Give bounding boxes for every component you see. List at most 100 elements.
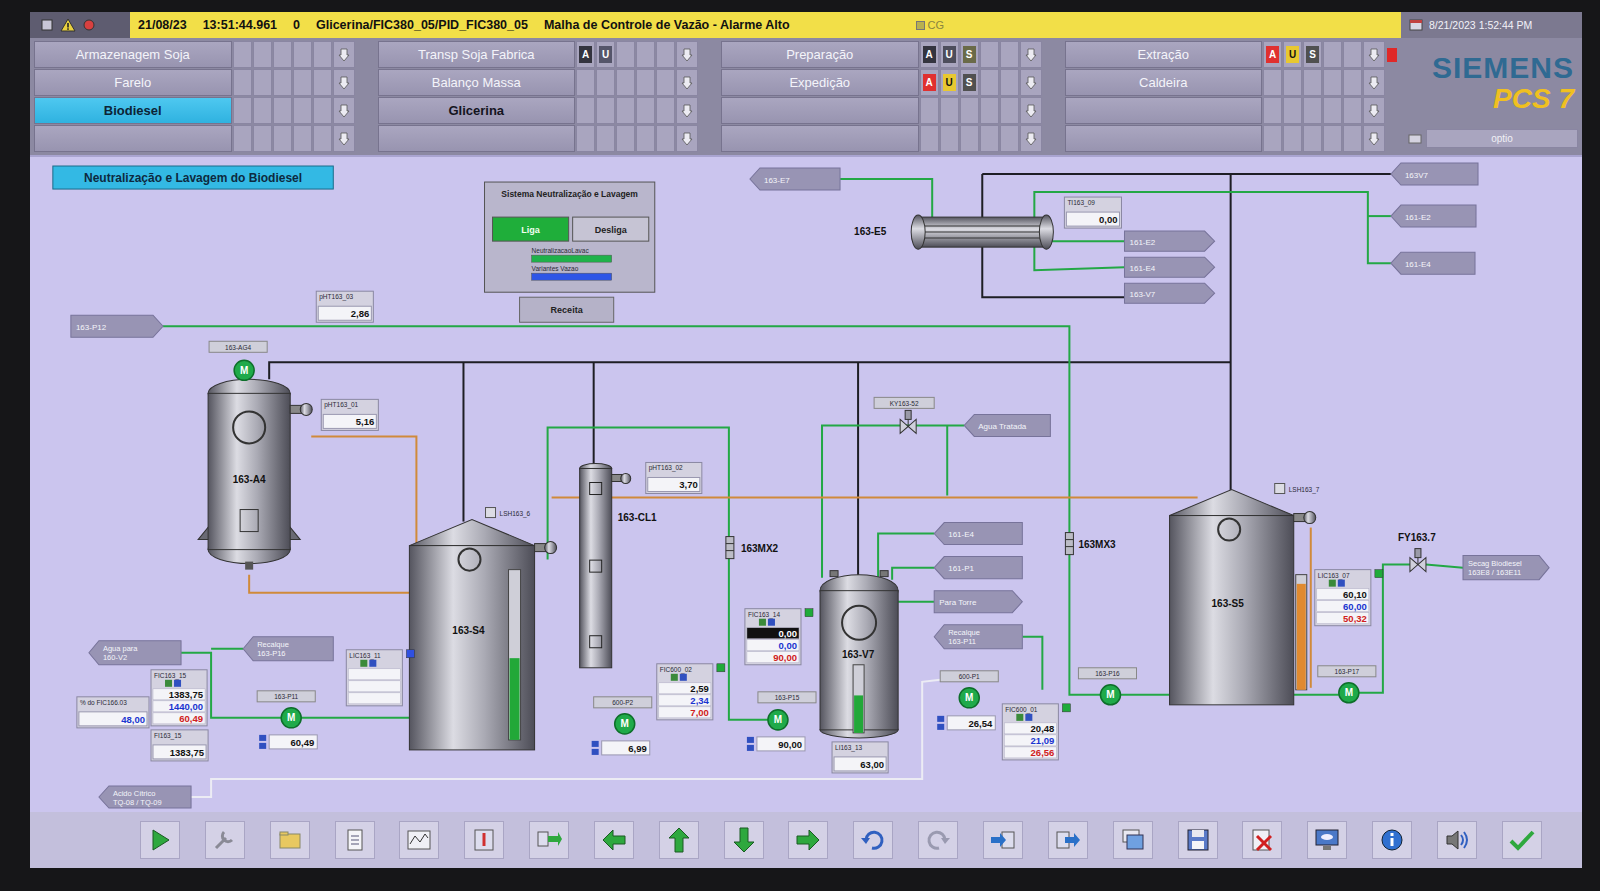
export-button[interactable] (1048, 821, 1088, 859)
area-down-button[interactable] (333, 125, 355, 152)
area-button[interactable] (721, 125, 919, 152)
folder-button[interactable] (270, 821, 310, 859)
thermo-button[interactable] (464, 821, 504, 859)
status-badge[interactable]: S (963, 46, 976, 63)
page-connector[interactable]: 163V7 (1391, 163, 1478, 185)
area-down-button[interactable] (333, 69, 355, 96)
swap-button[interactable] (529, 821, 569, 859)
page-connector[interactable]: 163-P12 (71, 315, 163, 337)
pump[interactable]: 163-P17M (1318, 666, 1376, 703)
speaker-button[interactable] (1437, 821, 1477, 859)
measurement-display[interactable]: TI163_090,00 (1064, 197, 1121, 228)
redo-button[interactable] (918, 821, 958, 859)
area-down-button[interactable] (1020, 41, 1042, 68)
right-button[interactable] (788, 821, 828, 859)
area-button[interactable]: Armazenagem Soja (34, 41, 232, 68)
valve[interactable]: KY163-52 (874, 397, 934, 433)
measurement-display[interactable]: LI163_1363,00 (832, 742, 888, 773)
status-badge[interactable]: U (943, 46, 956, 63)
measurement-display[interactable]: % do FIC166.0348,00 (77, 697, 149, 728)
area-down-button[interactable] (1363, 125, 1385, 152)
wrench-button[interactable] (205, 821, 245, 859)
area-button[interactable]: Expedição (721, 69, 919, 96)
panel-button[interactable]: Desliga (573, 217, 649, 241)
measurement-display[interactable]: pHT163_023,70 (646, 462, 702, 493)
heat-exchanger[interactable]: 163-E5 (854, 215, 1053, 249)
area-button[interactable]: Preparação (721, 41, 919, 68)
valve[interactable]: FY163.7 (1398, 532, 1436, 572)
area-down-button[interactable] (1020, 97, 1042, 124)
measurement-display[interactable]: pHT163_032,86 (316, 291, 373, 322)
area-down-button[interactable] (1020, 125, 1042, 152)
pump[interactable]: 163-P15M90,00 (747, 692, 816, 751)
area-down-button[interactable] (1363, 97, 1385, 124)
status-badge[interactable]: S (963, 74, 976, 91)
area-button[interactable] (1065, 125, 1263, 152)
pump[interactable]: 600-P2M6,99 (592, 697, 652, 755)
monitor-button[interactable] (1307, 821, 1347, 859)
level-switch[interactable]: LSH163_6 (486, 508, 531, 518)
area-button[interactable]: Farelo (34, 69, 232, 96)
status-badge[interactable]: U (599, 46, 612, 63)
option-icon[interactable] (1408, 132, 1422, 146)
vessel[interactable]: 163-A4 (198, 379, 312, 569)
static-mixer[interactable]: 163MX2 (726, 537, 779, 559)
page-connector[interactable]: Acido CítricoTQ-08 / TQ-09 (99, 786, 191, 808)
trend-button[interactable] (399, 821, 439, 859)
vessel[interactable]: 163-S4 (409, 520, 556, 750)
page-connector[interactable]: Recalque163-P16 (243, 637, 333, 661)
pump[interactable]: 600-P1M26,54 (937, 671, 998, 730)
page-connector[interactable]: 163-V7 (1124, 283, 1214, 303)
status-badge[interactable]: A (923, 74, 936, 91)
area-button[interactable]: Balanço Massa (378, 69, 576, 96)
area-button[interactable] (1065, 97, 1263, 124)
controller-faceplate[interactable]: LIC163_0760,1060,0050,32 (1315, 570, 1383, 626)
area-down-button[interactable] (1363, 69, 1385, 96)
recipe-button[interactable]: Receita (520, 297, 614, 322)
controller-faceplate[interactable]: FIC600_022,592,347,00 (657, 664, 725, 720)
area-button[interactable] (34, 125, 232, 152)
import-button[interactable] (983, 821, 1023, 859)
alarm-horn-icon[interactable] (82, 18, 96, 32)
calendar-icon[interactable] (1409, 18, 1423, 32)
page-connector[interactable]: 163-E7 (750, 168, 840, 190)
area-down-button[interactable] (676, 97, 698, 124)
page-connector[interactable]: Recalque163-P11 (934, 625, 1022, 649)
area-down-button[interactable] (1363, 41, 1385, 68)
status-badge[interactable]: U (943, 74, 956, 91)
pump[interactable]: 163-P16M (1078, 668, 1136, 705)
page-connector[interactable]: 161-E2 (1391, 205, 1476, 227)
status-badge[interactable]: U (1286, 46, 1299, 63)
area-down-button[interactable] (676, 125, 698, 152)
page-connector[interactable]: Agua Tratada (964, 414, 1050, 436)
area-button[interactable] (721, 97, 919, 124)
status-badge[interactable]: S (1306, 46, 1319, 63)
controller-faceplate[interactable]: LIC163_11 (346, 650, 414, 706)
warning-icon[interactable] (60, 18, 76, 32)
page-connector[interactable]: 161-E4 (1391, 252, 1475, 274)
area-button[interactable] (378, 125, 576, 152)
status-badge[interactable]: A (1266, 46, 1279, 63)
area-button[interactable]: Glicerina (378, 97, 576, 124)
page-connector[interactable]: Para Torre (934, 591, 1022, 613)
undo-button[interactable] (853, 821, 893, 859)
controller-faceplate[interactable]: FIC163_140,000,0090,00 (745, 609, 813, 665)
alarm-line[interactable]: 21/08/23 13:51:44.961 0 Glicerina/FIC380… (130, 12, 1401, 38)
down-button[interactable] (724, 821, 764, 859)
vessel[interactable]: 163-V7 (820, 571, 898, 738)
info-button[interactable] (1372, 821, 1412, 859)
controller-faceplate[interactable]: FIC163_151383,751440,0060,49 (151, 670, 207, 726)
area-down-button[interactable] (1020, 69, 1042, 96)
area-button[interactable]: Extração (1065, 41, 1263, 68)
up-button[interactable] (659, 821, 699, 859)
check-button[interactable] (1502, 821, 1542, 859)
area-button[interactable]: Caldeira (1065, 69, 1263, 96)
level-switch[interactable]: LSH163_7 (1275, 483, 1320, 493)
page-connector[interactable]: Agua para160-V2 (89, 641, 181, 665)
pump[interactable]: 163-AG4M (209, 341, 267, 380)
vessel[interactable]: 163-S5 (1170, 490, 1316, 705)
page-connector[interactable]: 161-P1 (934, 557, 1022, 579)
pump[interactable]: 163-P11M60,49 (257, 691, 317, 749)
area-down-button[interactable] (333, 97, 355, 124)
doc-button[interactable] (335, 821, 375, 859)
